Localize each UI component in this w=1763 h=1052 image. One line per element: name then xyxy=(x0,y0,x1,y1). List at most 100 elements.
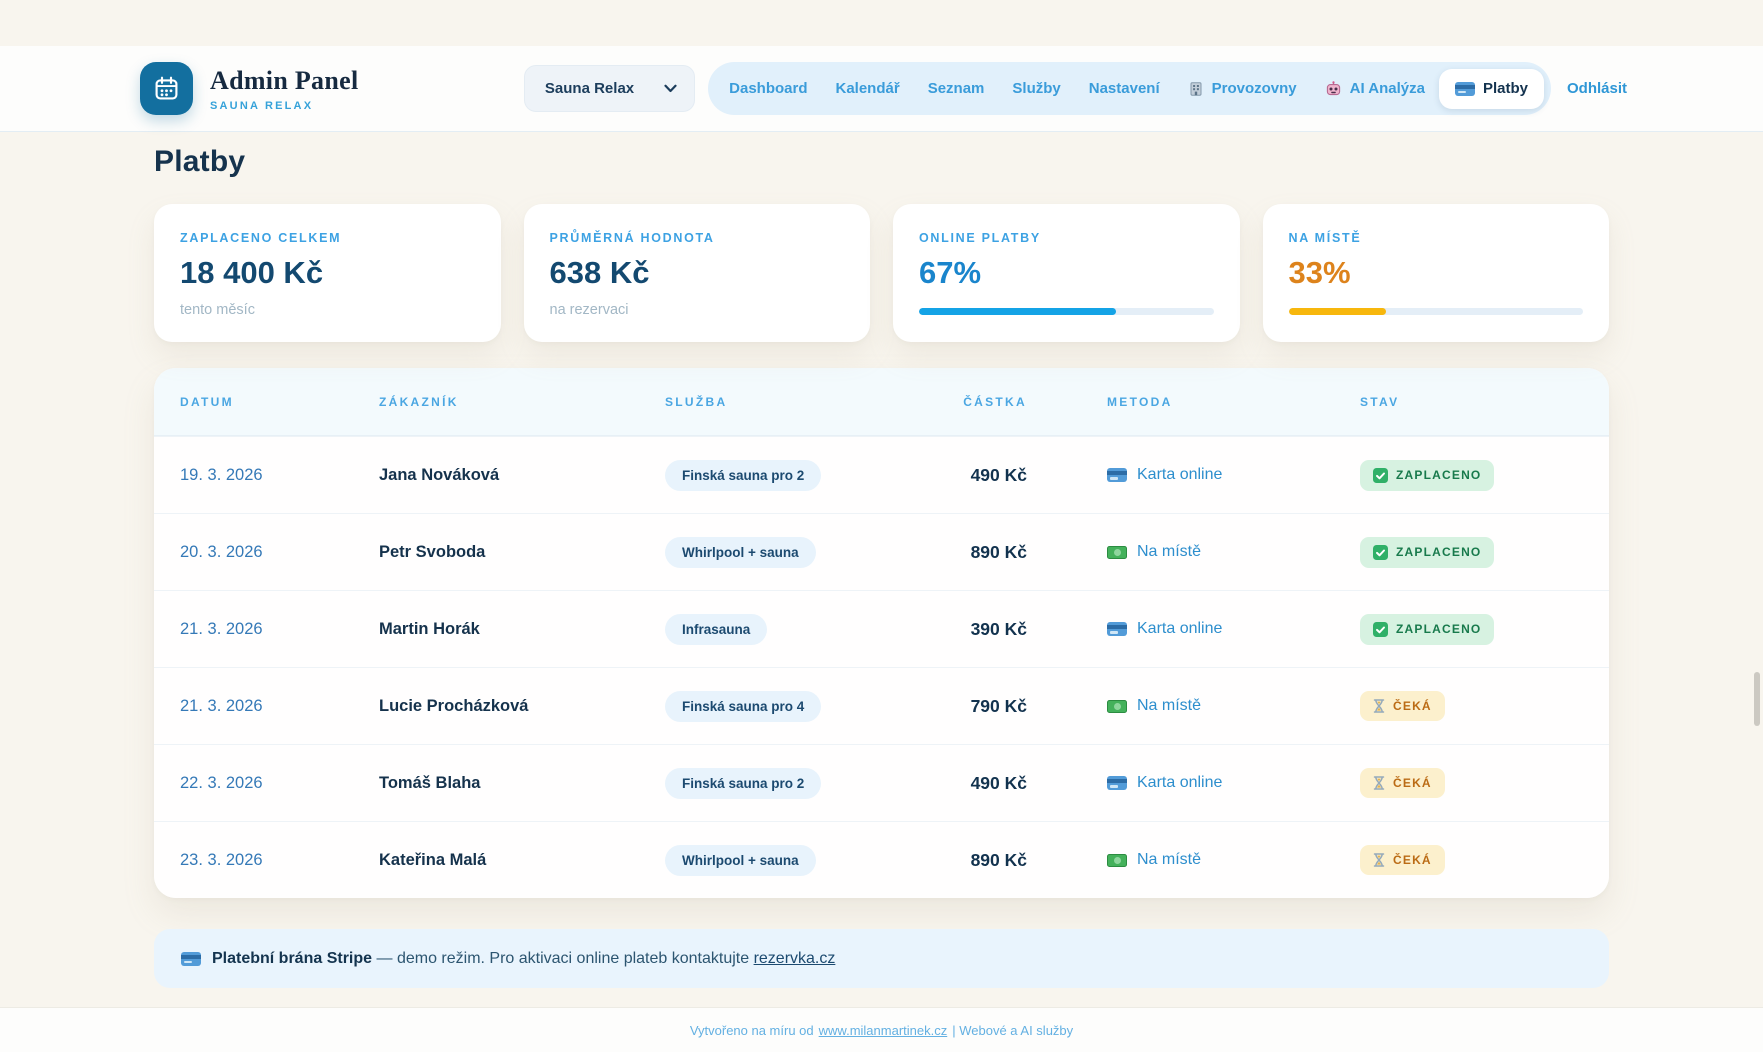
progress-bar-online xyxy=(919,308,1214,315)
stat-label: NA MÍSTĚ xyxy=(1289,231,1584,245)
cell-date: 22. 3. 2026 xyxy=(180,774,379,793)
method-label: Na místě xyxy=(1137,543,1201,561)
stat-label: PRŮMĚRNÁ HODNOTA xyxy=(550,231,845,245)
cell-date: 23. 3. 2026 xyxy=(180,851,379,870)
credit-card-icon xyxy=(181,952,201,966)
cell-service: Infrasauna xyxy=(665,614,937,645)
rezervka-link[interactable]: rezervka.cz xyxy=(754,950,836,967)
cell-date: 20. 3. 2026 xyxy=(180,543,379,562)
status-label: ČEKÁ xyxy=(1393,776,1432,790)
nav-item-ai-analyza[interactable]: AI Analýza xyxy=(1311,69,1439,109)
status-label: ZAPLACENO xyxy=(1396,468,1481,482)
check-icon xyxy=(1373,622,1388,637)
nav-item-seznam[interactable]: Seznam xyxy=(914,69,999,109)
nav-item-nastaveni[interactable]: Nastavení xyxy=(1075,69,1174,109)
service-pill: Finská sauna pro 2 xyxy=(665,768,821,799)
cell-service: Whirlpool + sauna xyxy=(665,537,937,568)
method-label: Karta online xyxy=(1137,466,1222,484)
org-selector[interactable]: Sauna Relax xyxy=(524,65,695,112)
cell-method: Karta online xyxy=(1107,620,1360,638)
cell-customer: Lucie Procházková xyxy=(379,697,665,716)
method-label: Karta online xyxy=(1137,774,1222,792)
nav-item-provozovny[interactable]: Provozovny xyxy=(1174,69,1311,109)
cell-status: ZAPLACENO xyxy=(1360,614,1583,645)
main-nav: Dashboard Kalendář Seznam Služby Nastave… xyxy=(708,62,1551,115)
status-badge: ČEKÁ xyxy=(1360,691,1445,721)
table-row[interactable]: 19. 3. 2026 Jana Nováková Finská sauna p… xyxy=(154,436,1609,513)
table-row[interactable]: 22. 3. 2026 Tomáš Blaha Finská sauna pro… xyxy=(154,744,1609,821)
hourglass-icon xyxy=(1373,699,1385,713)
cell-service: Finská sauna pro 4 xyxy=(665,691,937,722)
robot-icon xyxy=(1325,81,1342,97)
nav-label: Platby xyxy=(1483,80,1528,97)
service-pill: Whirlpool + sauna xyxy=(665,537,816,568)
method-label: Karta online xyxy=(1137,620,1222,638)
notice-body: — demo režim. Pro aktivaci online plateb… xyxy=(377,950,750,967)
nav-item-platby-active[interactable]: Platby xyxy=(1439,69,1544,109)
header-right: Sauna Relax Dashboard Kalendář Seznam Sl… xyxy=(524,62,1627,115)
stat-value: 33% xyxy=(1289,255,1584,291)
cell-customer: Petr Svoboda xyxy=(379,543,665,562)
cell-amount: 890 Kč xyxy=(937,850,1107,871)
cash-icon xyxy=(1107,700,1127,713)
status-badge: ČEKÁ xyxy=(1360,768,1445,798)
footer-suffix: | Webové a AI služby xyxy=(952,1023,1073,1038)
column-header-sluzba: SLUŽBA xyxy=(665,395,937,409)
stat-label: ZAPLACENO CELKEM xyxy=(180,231,475,245)
cell-date: 21. 3. 2026 xyxy=(180,697,379,716)
top-navigation-bar: Admin Panel SAUNA RELAX Sauna Relax Dash… xyxy=(0,46,1763,132)
table-row[interactable]: 21. 3. 2026 Lucie Procházková Finská sau… xyxy=(154,667,1609,744)
cell-customer: Martin Horák xyxy=(379,620,665,639)
table-row[interactable]: 23. 3. 2026 Kateřina Malá Whirlpool + sa… xyxy=(154,821,1609,898)
stats-row: ZAPLACENO CELKEM 18 400 Kč tento měsíc P… xyxy=(154,204,1609,342)
app-subtitle: SAUNA RELAX xyxy=(210,100,358,112)
status-badge: ZAPLACENO xyxy=(1360,537,1494,568)
cell-service: Finská sauna pro 2 xyxy=(665,460,937,491)
column-header-castka: ČÁSTKA xyxy=(937,395,1107,409)
table-row[interactable]: 21. 3. 2026 Martin Horák Infrasauna 390 … xyxy=(154,590,1609,667)
nav-label: AI Analýza xyxy=(1350,80,1425,97)
main-content: Platby ZAPLACENO CELKEM 18 400 Kč tento … xyxy=(154,0,1609,988)
nav-label: Služby xyxy=(1012,80,1060,97)
cell-method: Na místě xyxy=(1107,851,1360,869)
cell-service: Finská sauna pro 2 xyxy=(665,768,937,799)
stat-card-zaplaceno-celkem: ZAPLACENO CELKEM 18 400 Kč tento měsíc xyxy=(154,204,501,342)
cell-amount: 790 Kč xyxy=(937,696,1107,717)
hourglass-icon xyxy=(1373,853,1385,867)
status-badge: ZAPLACENO xyxy=(1360,614,1494,645)
app-title: Admin Panel xyxy=(210,66,358,96)
credit-card-icon xyxy=(1107,776,1127,790)
footer-prefix: Vytvořeno na míru od xyxy=(690,1023,814,1038)
cell-status: ČEKÁ xyxy=(1360,845,1583,875)
stat-label: ONLINE PLATBY xyxy=(919,231,1214,245)
brand: Admin Panel SAUNA RELAX xyxy=(140,62,358,115)
cell-amount: 390 Kč xyxy=(937,619,1107,640)
calendar-icon xyxy=(140,62,193,115)
stat-subtext: na rezervaci xyxy=(550,302,845,318)
logout-button[interactable]: Odhlásit xyxy=(1567,80,1627,97)
credit-card-icon xyxy=(1107,468,1127,482)
column-header-metoda: METODA xyxy=(1107,395,1360,409)
stat-card-na-miste: NA MÍSTĚ 33% xyxy=(1263,204,1610,342)
method-label: Na místě xyxy=(1137,851,1201,869)
status-label: ZAPLACENO xyxy=(1396,622,1481,636)
service-pill: Whirlpool + sauna xyxy=(665,845,816,876)
stat-value: 67% xyxy=(919,255,1214,291)
credit-card-icon xyxy=(1455,82,1475,96)
chevron-down-icon xyxy=(664,84,677,93)
nav-item-sluzby[interactable]: Služby xyxy=(998,69,1074,109)
payments-table: DATUM ZÁKAZNÍK SLUŽBA ČÁSTKA METODA STAV… xyxy=(154,368,1609,898)
page-scrollbar-thumb[interactable] xyxy=(1754,672,1760,726)
table-row[interactable]: 20. 3. 2026 Petr Svoboda Whirlpool + sau… xyxy=(154,513,1609,590)
cell-service: Whirlpool + sauna xyxy=(665,845,937,876)
milanmartinek-link[interactable]: www.milanmartinek.cz xyxy=(819,1023,948,1038)
hourglass-icon xyxy=(1373,776,1385,790)
column-header-datum: DATUM xyxy=(180,395,379,409)
cell-status: ZAPLACENO xyxy=(1360,537,1583,568)
stat-card-online-platby: ONLINE PLATBY 67% xyxy=(893,204,1240,342)
nav-item-kalendar[interactable]: Kalendář xyxy=(822,69,914,109)
status-label: ČEKÁ xyxy=(1393,853,1432,867)
cell-amount: 490 Kč xyxy=(937,465,1107,486)
nav-item-dashboard[interactable]: Dashboard xyxy=(715,69,821,109)
brand-text: Admin Panel SAUNA RELAX xyxy=(210,66,358,112)
